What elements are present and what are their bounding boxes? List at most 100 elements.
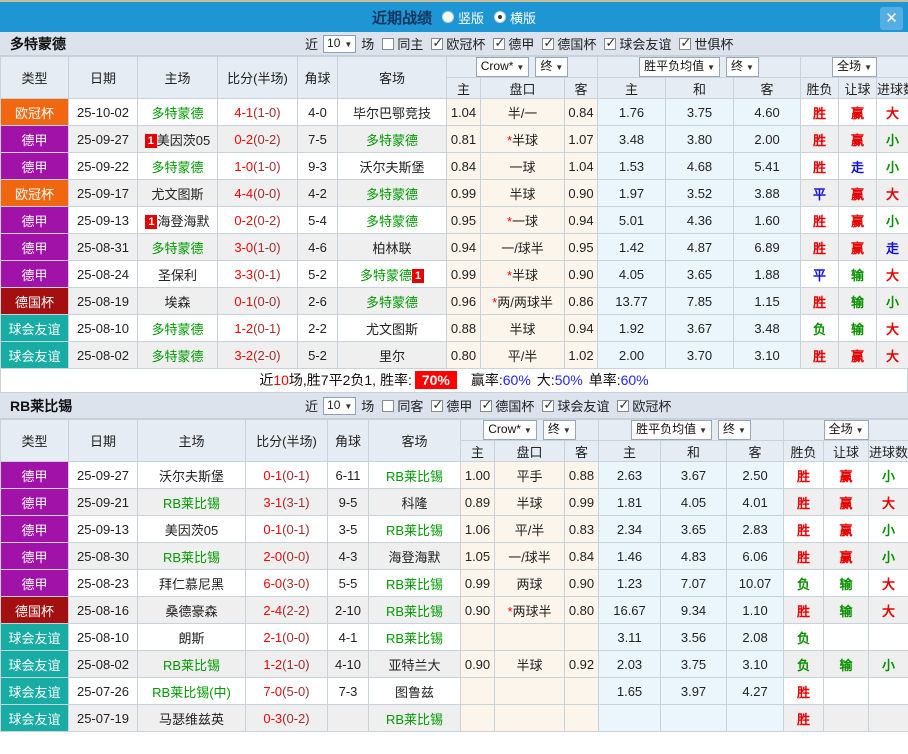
avg-time-select[interactable]: 终 ▼: [726, 57, 759, 77]
games-label: 场: [361, 399, 375, 414]
league-label: 欧冠杯: [446, 37, 486, 52]
match-row: 德甲 25-09-27 1 美因茨05 0-2(0-2) 7-5 多特蒙德 0.81 *半球 1.…: [0, 125, 908, 153]
away-team-cell: 多特蒙德: [337, 206, 447, 234]
avg-draw-cell: 7.07: [660, 569, 728, 597]
card-badge: 1: [145, 214, 158, 229]
close-button[interactable]: ✕: [880, 7, 903, 30]
date-cell: 25-08-31: [68, 233, 138, 261]
radio-vertical-layout[interactable]: [441, 11, 454, 23]
home-team-cell: 美因茨05: [137, 515, 246, 543]
goals-result-cell: 大: [876, 314, 908, 342]
league-checkbox[interactable]: [617, 397, 630, 413]
team-name: RB莱比锡: [10, 397, 73, 414]
crow-away-odds: 1.07: [563, 125, 599, 153]
result-cell: 负: [783, 623, 825, 651]
fulltime-select[interactable]: 全场 ▼: [823, 420, 869, 440]
score-cell: 3-3(0-1): [217, 260, 298, 288]
league-checkbox[interactable]: [431, 397, 444, 413]
half-score: (1-0): [282, 656, 310, 672]
summary-near: 近: [259, 372, 274, 388]
same-venue-checkbox[interactable]: [382, 399, 395, 412]
team-label: 马瑟维兹英: [158, 711, 224, 727]
home-team-cell: RB莱比锡: [137, 542, 246, 570]
league-checkbox[interactable]: [431, 35, 444, 51]
match-count-select[interactable]: 10 ▼: [323, 396, 357, 415]
competition-cell: 德国杯: [0, 287, 69, 315]
odds-time-select[interactable]: 终 ▼: [535, 57, 569, 77]
near-label: 近: [305, 37, 319, 52]
filter-bar: 近 10▼ 场 同客 德甲 德国杯 球会友谊 欧冠杯: [305, 396, 671, 415]
avg-time-select[interactable]: 终 ▼: [718, 420, 751, 440]
competition-cell: 球会友谊: [0, 650, 69, 678]
date-cell: 25-10-02: [68, 98, 138, 126]
match-count-select[interactable]: 10 ▼: [323, 34, 357, 53]
team-label: 多特蒙德: [151, 240, 204, 256]
half-score: (1-0): [253, 104, 281, 120]
crow-away-odds: 0.88: [563, 461, 600, 489]
avg-home-cell: 2.63: [598, 461, 662, 489]
avg-draw-cell: 4.87: [665, 233, 735, 261]
competition-cell: 德甲: [0, 569, 69, 597]
score-cell: 0-3(0-2): [245, 704, 328, 732]
final-score: 3-3: [234, 266, 254, 282]
league-checkbox[interactable]: [493, 35, 506, 51]
avg-away-cell: 4.27: [726, 677, 785, 705]
team-label: RB莱比锡: [385, 630, 444, 646]
league-checkbox[interactable]: [480, 397, 493, 413]
star-mark: *: [492, 294, 498, 310]
date-cell: 25-08-30: [68, 542, 138, 570]
avg-away-cell: 2.50: [726, 461, 785, 489]
corners-cell: 5-4: [297, 206, 338, 234]
final-score: 0-3: [263, 710, 283, 726]
crow-home-odds: 0.99: [446, 179, 481, 207]
team-label: RB莱比锡(中): [152, 684, 231, 700]
crow-away-odds: 0.92: [563, 650, 600, 678]
away-team-cell: RB莱比锡: [368, 515, 461, 543]
radio-horizontal-layout[interactable]: [494, 11, 506, 23]
home-team-cell: 埃森: [137, 287, 218, 315]
avg-home-cell: [598, 704, 662, 732]
avg-odds-select[interactable]: 胜平负均值 ▼: [639, 57, 721, 77]
crow-home-odds: 0.80: [446, 341, 481, 369]
fulltime-select[interactable]: 全场 ▼: [832, 57, 878, 77]
score-cell: 3-0(1-0): [217, 233, 298, 261]
crow-away-odds: [563, 677, 600, 705]
avg-draw-cell: 4.36: [665, 206, 735, 234]
league-checkbox[interactable]: [542, 397, 555, 413]
handicap-cell: [494, 677, 565, 705]
league-checkbox[interactable]: [679, 35, 692, 51]
odds-dropdown-cell: Crow* ▼ 终 ▼: [445, 56, 599, 78]
chevron-down-icon: ▼: [562, 426, 571, 435]
competition-cell: 球会友谊: [0, 704, 69, 732]
handicap-result-cell: 赢: [838, 233, 878, 261]
radio-vertical-label: 竖版: [457, 10, 484, 26]
avg-draw-cell: 3.67: [665, 314, 735, 342]
avg-odds-select[interactable]: 胜平负均值 ▼: [631, 420, 713, 440]
col-type: 类型: [0, 56, 69, 99]
near-label: 近: [305, 399, 319, 414]
chevron-down-icon: ▼: [699, 426, 708, 435]
score-cell: 0-1(0-0): [217, 287, 298, 315]
handicap-result-cell: 输: [838, 314, 878, 342]
league-checkbox[interactable]: [542, 35, 555, 51]
half-score: (3-1): [282, 494, 310, 510]
away-team-cell: 科隆: [368, 488, 461, 516]
bookmaker-select[interactable]: Crow* ▼: [475, 57, 530, 77]
corners-cell: 7-3: [327, 677, 369, 705]
chevron-down-icon: ▼: [738, 426, 746, 435]
avg-draw-cell: 4.83: [660, 542, 728, 570]
odds-time-select[interactable]: 终 ▼: [542, 420, 576, 440]
avg-draw-cell: 4.68: [665, 152, 735, 180]
league-checkbox[interactable]: [604, 35, 617, 51]
competition-cell: 球会友谊: [0, 677, 69, 705]
home-team-cell: 沃尔夫斯堡: [137, 461, 246, 489]
crow-home-odds: 1.06: [460, 515, 495, 543]
final-score: 3-2: [234, 347, 254, 363]
avg-draw-cell: 7.85: [665, 287, 735, 315]
same-venue-checkbox[interactable]: [382, 37, 395, 50]
final-score: 2-4: [263, 602, 283, 618]
bookmaker-select[interactable]: Crow* ▼: [483, 420, 537, 440]
score-cell: 3-2(2-0): [217, 341, 298, 369]
team-label: 多特蒙德: [151, 321, 204, 337]
crow-home-odds: 1.05: [460, 542, 495, 570]
